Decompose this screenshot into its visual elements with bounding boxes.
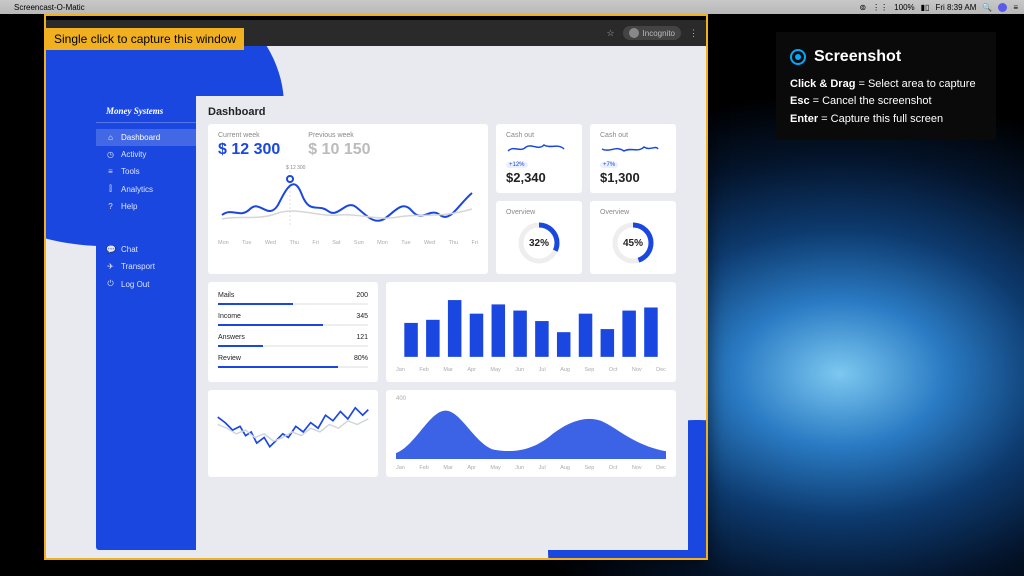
mac-menubar: Screencast-O-Matic ⊚ ⋮⋮ 100% ▮▯ Fri 8:39…	[0, 0, 1024, 14]
instruction-line: Click & Drag = Select area to capture	[790, 76, 982, 94]
menu-icon[interactable]: ≡	[1013, 3, 1018, 12]
app-name[interactable]: Screencast-O-Matic	[14, 3, 85, 12]
battery-icon: ▮▯	[921, 3, 930, 12]
capture-tooltip: Single click to capture this window	[46, 28, 244, 50]
signal-icon[interactable]: ⋮⋮	[872, 3, 888, 12]
target-icon	[790, 49, 806, 65]
instructions-panel: Screenshot Click & Drag = Select area to…	[776, 32, 996, 140]
desktop[interactable]: Screenshot Click & Drag = Select area to…	[0, 14, 1024, 576]
instructions-title: Screenshot	[814, 44, 901, 70]
battery-pct: 100%	[894, 3, 914, 12]
user-icon[interactable]	[998, 3, 1007, 12]
wifi-icon[interactable]: ⊚	[859, 3, 866, 12]
capture-frame[interactable]	[44, 14, 708, 560]
instruction-line: Enter = Capture this full screen	[790, 111, 982, 129]
clock[interactable]: Fri 8:39 AM	[935, 3, 976, 12]
search-icon[interactable]: 🔍	[982, 3, 992, 12]
instruction-line: Esc = Cancel the screenshot	[790, 93, 982, 111]
